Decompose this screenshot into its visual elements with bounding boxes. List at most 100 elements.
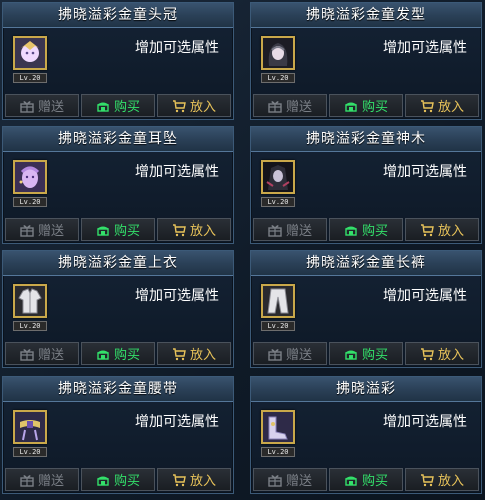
level-badge: Lv.20 bbox=[13, 73, 47, 83]
buy-label: 购买 bbox=[361, 224, 388, 239]
item-description: 增加可选属性 bbox=[383, 164, 467, 180]
put-in-label: 放入 bbox=[437, 100, 464, 115]
item-card: 拂晓溢彩金童发型 Lv.20 增加可选属性 赠送 购买 放入 bbox=[250, 2, 482, 120]
gift-button[interactable]: 赠送 bbox=[253, 94, 327, 117]
put-in-button[interactable]: 放入 bbox=[157, 468, 231, 491]
gift-button[interactable]: 赠送 bbox=[253, 342, 327, 365]
divine-wood-icon[interactable] bbox=[261, 160, 295, 194]
item-card: 拂晓溢彩金童腰带 Lv.20 增加可选属性 赠送 购买 放入 bbox=[2, 376, 234, 494]
shoes-icon[interactable] bbox=[261, 410, 295, 444]
put-in-label: 放入 bbox=[189, 100, 216, 115]
gift-label: 赠送 bbox=[37, 348, 64, 363]
put-in-label: 放入 bbox=[189, 474, 216, 489]
gift-icon bbox=[268, 224, 282, 237]
put-in-label: 放入 bbox=[189, 348, 216, 363]
gift-label: 赠送 bbox=[285, 224, 312, 239]
buy-button[interactable]: 购买 bbox=[329, 218, 403, 241]
cart-icon bbox=[172, 347, 186, 360]
coat-icon[interactable] bbox=[13, 284, 47, 318]
level-badge: Lv.20 bbox=[13, 197, 47, 207]
gift-label: 赠送 bbox=[37, 474, 64, 489]
gift-button[interactable]: 赠送 bbox=[5, 94, 79, 117]
gift-button[interactable]: 赠送 bbox=[253, 218, 327, 241]
cart-icon bbox=[420, 473, 434, 486]
hairstyle-icon[interactable] bbox=[261, 36, 295, 70]
buy-label: 购买 bbox=[113, 474, 140, 489]
gift-label: 赠送 bbox=[285, 474, 312, 489]
action-bar: 赠送 购买 放入 bbox=[253, 342, 479, 365]
put-in-label: 放入 bbox=[437, 474, 464, 489]
head-crown-icon[interactable] bbox=[13, 36, 47, 70]
shop-icon bbox=[96, 350, 109, 360]
gift-label: 赠送 bbox=[37, 224, 64, 239]
action-bar: 赠送 购买 放入 bbox=[5, 468, 231, 491]
item-card: 拂晓溢彩金童耳坠 Lv.20 增加可选属性 赠送 购买 放入 bbox=[2, 126, 234, 244]
put-in-button[interactable]: 放入 bbox=[405, 218, 479, 241]
level-badge: Lv.20 bbox=[261, 447, 295, 457]
gift-icon bbox=[20, 348, 34, 361]
action-bar: 赠送 购买 放入 bbox=[253, 94, 479, 117]
buy-button[interactable]: 购买 bbox=[329, 94, 403, 117]
gift-icon bbox=[20, 100, 34, 113]
put-in-button[interactable]: 放入 bbox=[157, 218, 231, 241]
gift-button[interactable]: 赠送 bbox=[5, 218, 79, 241]
item-card: 拂晓溢彩金童神木 Lv.20 增加可选属性 赠送 购买 放入 bbox=[250, 126, 482, 244]
buy-label: 购买 bbox=[113, 224, 140, 239]
buy-label: 购买 bbox=[361, 474, 388, 489]
level-badge: Lv.20 bbox=[13, 447, 47, 457]
action-bar: 赠送 购买 放入 bbox=[253, 468, 479, 491]
item-description: 增加可选属性 bbox=[135, 414, 219, 430]
put-in-button[interactable]: 放入 bbox=[157, 94, 231, 117]
item-description: 增加可选属性 bbox=[383, 288, 467, 304]
shop-icon bbox=[344, 226, 357, 236]
level-badge: Lv.20 bbox=[261, 197, 295, 207]
belt-icon[interactable] bbox=[13, 410, 47, 444]
buy-button[interactable]: 购买 bbox=[81, 94, 155, 117]
put-in-button[interactable]: 放入 bbox=[405, 94, 479, 117]
put-in-label: 放入 bbox=[437, 224, 464, 239]
gift-icon bbox=[20, 474, 34, 487]
put-in-button[interactable]: 放入 bbox=[157, 342, 231, 365]
put-in-label: 放入 bbox=[437, 348, 464, 363]
shop-icon bbox=[344, 476, 357, 486]
item-title: 拂晓溢彩金童上衣 bbox=[3, 251, 233, 276]
earring-face-icon[interactable] bbox=[13, 160, 47, 194]
pants-icon[interactable] bbox=[261, 284, 295, 318]
put-in-button[interactable]: 放入 bbox=[405, 342, 479, 365]
cart-icon bbox=[172, 223, 186, 236]
level-badge: Lv.20 bbox=[261, 73, 295, 83]
gift-label: 赠送 bbox=[37, 100, 64, 115]
action-bar: 赠送 购买 放入 bbox=[5, 218, 231, 241]
cart-icon bbox=[420, 347, 434, 360]
shop-icon bbox=[96, 476, 109, 486]
item-title: 拂晓溢彩金童耳坠 bbox=[3, 127, 233, 152]
item-title: 拂晓溢彩金童发型 bbox=[251, 3, 481, 28]
gift-icon bbox=[268, 348, 282, 361]
shop-icon bbox=[96, 226, 109, 236]
buy-button[interactable]: 购买 bbox=[329, 468, 403, 491]
item-description: 增加可选属性 bbox=[135, 164, 219, 180]
buy-label: 购买 bbox=[113, 348, 140, 363]
buy-button[interactable]: 购买 bbox=[81, 468, 155, 491]
buy-button[interactable]: 购买 bbox=[329, 342, 403, 365]
gift-button[interactable]: 赠送 bbox=[5, 468, 79, 491]
gift-icon bbox=[268, 100, 282, 113]
item-card: 拂晓溢彩金童上衣 Lv.20 增加可选属性 赠送 购买 放入 bbox=[2, 250, 234, 368]
cart-icon bbox=[172, 99, 186, 112]
buy-button[interactable]: 购买 bbox=[81, 218, 155, 241]
item-title: 拂晓溢彩金童头冠 bbox=[3, 3, 233, 28]
put-in-button[interactable]: 放入 bbox=[405, 468, 479, 491]
item-title: 拂晓溢彩金童腰带 bbox=[3, 377, 233, 402]
shop-icon bbox=[96, 102, 109, 112]
item-card: 拂晓溢彩金童头冠 Lv.20 增加可选属性 赠送 购买 放入 bbox=[2, 2, 234, 120]
item-description: 增加可选属性 bbox=[383, 414, 467, 430]
gift-button[interactable]: 赠送 bbox=[5, 342, 79, 365]
gift-button[interactable]: 赠送 bbox=[253, 468, 327, 491]
item-title: 拂晓溢彩金童长裤 bbox=[251, 251, 481, 276]
item-card: 拂晓溢彩金童长裤 Lv.20 增加可选属性 赠送 购买 放入 bbox=[250, 250, 482, 368]
buy-button[interactable]: 购买 bbox=[81, 342, 155, 365]
action-bar: 赠送 购买 放入 bbox=[5, 342, 231, 365]
level-badge: Lv.20 bbox=[261, 321, 295, 331]
item-title: 拂晓溢彩金童神木 bbox=[251, 127, 481, 152]
cart-icon bbox=[420, 223, 434, 236]
